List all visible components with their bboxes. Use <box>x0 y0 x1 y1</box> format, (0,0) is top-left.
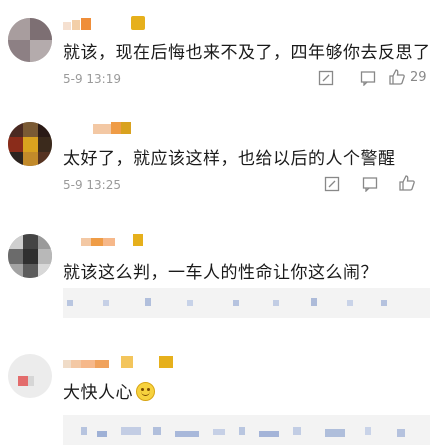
reply-preview[interactable] <box>63 288 430 318</box>
comment-icon <box>360 71 376 86</box>
comment-text: 就该，现在后悔也来不及了，四年够你去反思了。 <box>63 43 430 63</box>
comment-button[interactable] <box>362 176 378 192</box>
avatar-mosaic <box>8 122 52 166</box>
user-avatar[interactable] <box>8 18 52 62</box>
user-avatar[interactable] <box>8 122 52 166</box>
thumbs-up-icon <box>399 175 415 191</box>
avatar-mosaic <box>8 354 52 398</box>
comment-item: 太好了，就应该这样，也给以后的人个警醒 5-9 13:25 <box>0 100 430 210</box>
username-mosaic[interactable] <box>63 356 183 370</box>
comment-item: 就该这么判，一车人的性命让你这么闹？ <box>0 212 430 338</box>
comment-icon <box>362 177 378 192</box>
like-button[interactable]: 29 <box>388 68 427 86</box>
username-mosaic[interactable] <box>63 122 143 136</box>
smile-emoji-icon <box>136 382 155 401</box>
comment-time: 5-9 13:19 <box>63 72 121 86</box>
comment-text: 大快人心 <box>63 378 155 403</box>
comment-item: 就该，现在后悔也来不及了，四年够你去反思了。 5-9 13:19 29 <box>0 0 430 100</box>
edit-button[interactable] <box>324 176 340 192</box>
edit-icon <box>318 70 334 86</box>
avatar-mosaic <box>8 234 52 278</box>
comment-text-body: 大快人心 <box>63 383 133 403</box>
reply-preview[interactable] <box>63 415 430 445</box>
user-avatar[interactable] <box>8 354 52 398</box>
like-count: 29 <box>410 69 427 85</box>
thumbs-up-icon <box>389 69 405 85</box>
avatar-mosaic <box>8 18 52 62</box>
username-mosaic[interactable] <box>63 16 153 32</box>
comment-text: 太好了，就应该这样，也给以后的人个警醒 <box>63 149 396 169</box>
edit-icon <box>324 176 340 192</box>
username-mosaic[interactable] <box>63 234 163 248</box>
comment-text: 就该这么判，一车人的性命让你这么闹？ <box>63 263 378 283</box>
comment-time: 5-9 13:25 <box>63 178 121 192</box>
comment-button[interactable] <box>360 70 376 86</box>
user-avatar[interactable] <box>8 234 52 278</box>
like-button[interactable] <box>398 174 416 192</box>
edit-button[interactable] <box>318 70 334 86</box>
comment-item: 大快人心 <box>0 340 430 445</box>
